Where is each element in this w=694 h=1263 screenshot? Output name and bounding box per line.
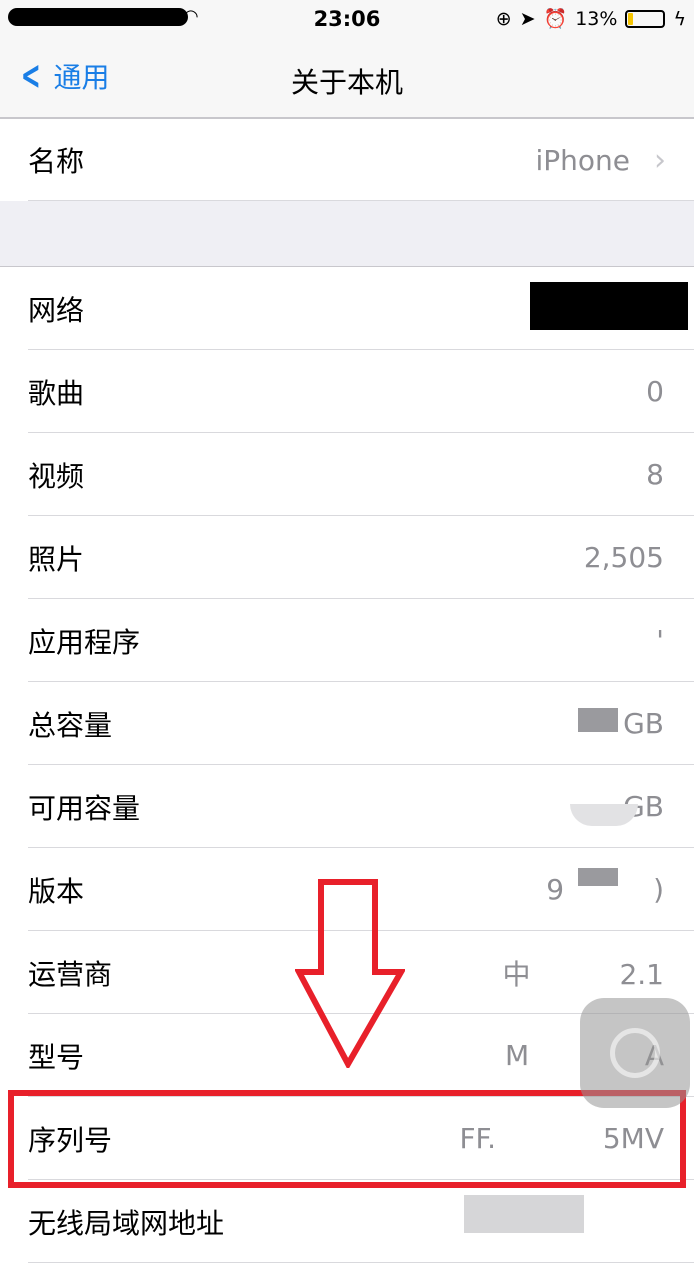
row-label: 视频 bbox=[28, 459, 85, 493]
info-row[interactable]: 视频 8 bbox=[0, 433, 694, 516]
row-label: 型号 bbox=[28, 1040, 85, 1074]
info-row[interactable]: 无线局域网地址 bbox=[0, 1180, 694, 1263]
battery-percent: 13% bbox=[575, 7, 618, 30]
row-label: 总容量 bbox=[28, 708, 113, 742]
chevron-right-icon: › bbox=[654, 142, 666, 178]
page-title: 关于本机 bbox=[290, 66, 403, 99]
row-label: 无线局域网地址 bbox=[28, 1206, 225, 1240]
annotation-highlight-box bbox=[8, 1090, 686, 1188]
row-label: 版本 bbox=[28, 874, 85, 908]
name-group: 名称 iPhone › bbox=[0, 118, 694, 201]
info-row[interactable]: 应用程序 ' bbox=[0, 599, 694, 682]
redaction bbox=[464, 1195, 584, 1233]
row-label: 名称 bbox=[28, 145, 85, 178]
row-label: 可用容量 bbox=[28, 791, 141, 825]
info-row[interactable]: 歌曲 0 bbox=[0, 350, 694, 433]
redaction bbox=[578, 708, 618, 732]
annotation-down-arrow bbox=[295, 879, 405, 1068]
rotation-lock-icon: ⊕ bbox=[495, 7, 512, 30]
row-label: 运营商 bbox=[28, 957, 113, 991]
info-row[interactable]: 照片 2,505 bbox=[0, 516, 694, 599]
row-value: 中 2.1 bbox=[502, 957, 664, 991]
row-value: 0 bbox=[646, 375, 664, 408]
row-value: 8 bbox=[646, 458, 664, 491]
row-value: GB bbox=[623, 707, 664, 740]
charging-icon: ϟ bbox=[673, 7, 686, 30]
navigation-bar: < 通用 关于本机 bbox=[0, 40, 694, 118]
location-icon: ➤ bbox=[519, 7, 536, 30]
status-bar: ◠ 23:06 ⊕ ➤ ⏰ 13% ϟ bbox=[0, 0, 694, 40]
network-redaction bbox=[530, 282, 688, 330]
row-label: 歌曲 bbox=[28, 376, 85, 410]
row-label: 应用程序 bbox=[28, 625, 141, 659]
row-name[interactable]: 名称 iPhone › bbox=[0, 119, 694, 201]
row-value: 2,505 bbox=[583, 541, 664, 574]
row-label: 网络 bbox=[28, 293, 85, 327]
battery-icon bbox=[625, 9, 666, 28]
redaction bbox=[578, 868, 618, 886]
assistive-touch-button[interactable] bbox=[580, 998, 690, 1108]
alarm-icon: ⏰ bbox=[543, 8, 568, 30]
row-label: 照片 bbox=[28, 542, 85, 576]
row-value: iPhone bbox=[535, 143, 630, 177]
row-value: ' bbox=[656, 624, 664, 657]
